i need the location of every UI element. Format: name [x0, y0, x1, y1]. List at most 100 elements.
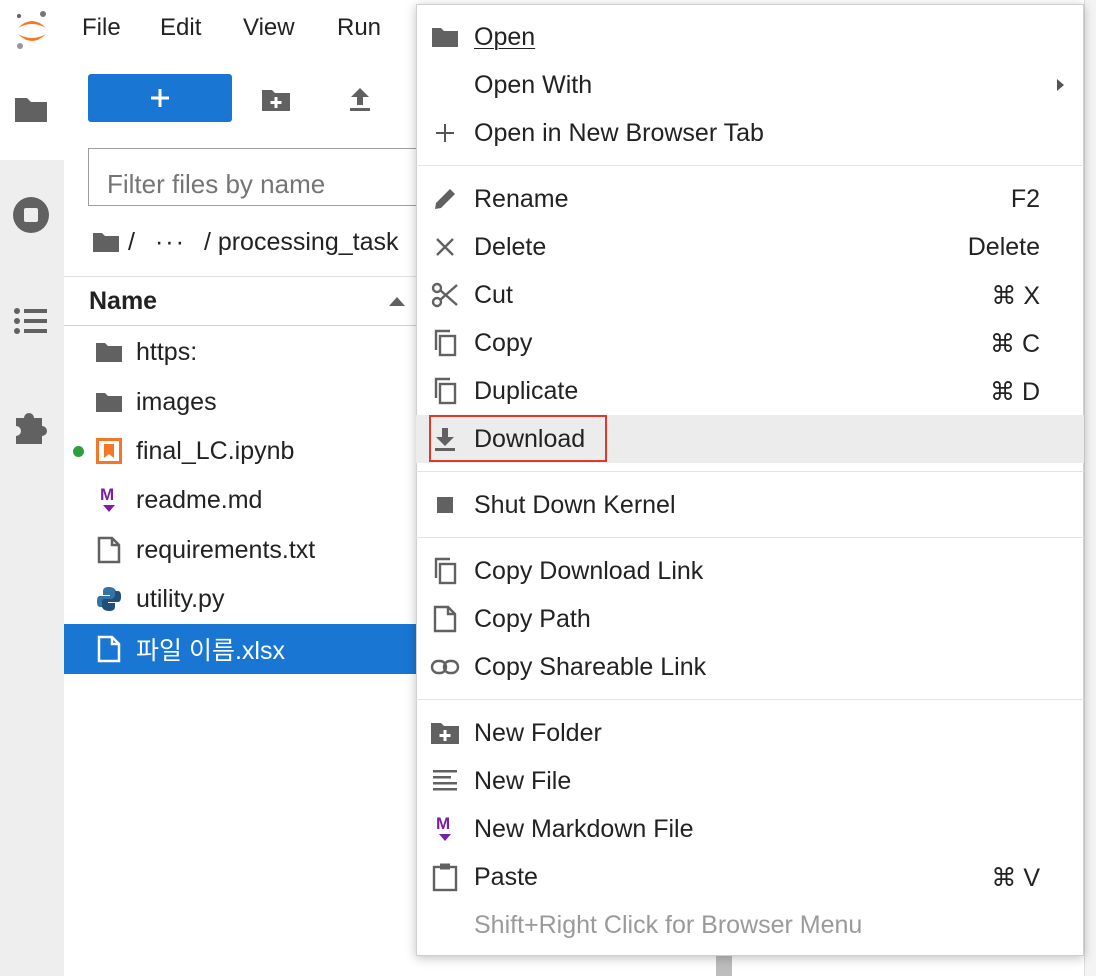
- link-icon: [430, 652, 460, 682]
- menu-item-open[interactable]: Open: [416, 13, 1084, 61]
- menu-item-label: Copy Path: [474, 605, 591, 633]
- file-icon: [92, 533, 126, 567]
- menu-separator: [416, 699, 1084, 700]
- python-icon: [92, 582, 126, 616]
- kernel-running-indicator: [73, 445, 84, 457]
- file-row-https[interactable]: https:: [64, 327, 416, 377]
- file-row-utility[interactable]: utility.py: [64, 574, 416, 624]
- breadcrumb-home-folder-icon[interactable]: [92, 231, 120, 253]
- menu-item-label: New Markdown File: [474, 815, 694, 843]
- plus-icon: [430, 118, 460, 148]
- menu-run[interactable]: Run: [337, 14, 381, 42]
- menu-separator: [416, 471, 1084, 472]
- name-column-header[interactable]: Name: [89, 287, 157, 316]
- scissors-icon: [430, 280, 460, 310]
- menu-item-label: Delete: [474, 233, 547, 261]
- menu-item-rename[interactable]: Rename F2: [416, 175, 1084, 223]
- table-of-contents-list-icon[interactable]: [10, 300, 52, 342]
- menu-item-label: Open in New Browser Tab: [474, 119, 764, 147]
- stop-icon: [430, 490, 460, 520]
- svg-text:M: M: [436, 814, 450, 833]
- new-folder-button[interactable]: [258, 82, 294, 118]
- breadcrumb-current[interactable]: / processing_task: [204, 228, 399, 257]
- copy-icon: [430, 556, 460, 586]
- menu-item-shutdown-kernel[interactable]: Shut Down Kernel: [416, 481, 1084, 529]
- menu-item-shortcut: ⌘ V: [991, 864, 1040, 892]
- clipboard-icon: [430, 862, 460, 892]
- menu-item-label: Shift+Right Click for Browser Menu: [474, 911, 863, 939]
- file-icon: [92, 632, 126, 666]
- menu-item-label: New Folder: [474, 719, 602, 747]
- menu-item-label: New File: [474, 767, 572, 795]
- menu-item-label: Copy: [474, 329, 533, 357]
- markdown-icon: M: [92, 483, 126, 517]
- menu-item-copy[interactable]: Copy ⌘ C: [416, 319, 1084, 367]
- sort-ascending-icon: [389, 297, 405, 306]
- menu-file[interactable]: File: [82, 14, 121, 42]
- menu-item-label: Paste: [474, 863, 538, 891]
- upload-button[interactable]: [342, 82, 378, 118]
- menu-item-duplicate[interactable]: Duplicate ⌘ D: [416, 367, 1084, 415]
- menu-item-paste[interactable]: Paste ⌘ V: [416, 853, 1084, 901]
- extensions-puzzle-icon[interactable]: [10, 406, 52, 448]
- menu-item-label: Copy Download Link: [474, 557, 704, 585]
- file-row-xlsx-selected[interactable]: 파일 이름.xlsx: [64, 624, 416, 674]
- menu-item-label: Duplicate: [474, 377, 579, 405]
- menu-item-delete[interactable]: Delete Delete: [416, 223, 1084, 271]
- file-row-readme[interactable]: M readme.md: [64, 475, 416, 525]
- file-name: https:: [136, 337, 198, 366]
- menu-item-label: Shut Down Kernel: [474, 491, 676, 519]
- menu-item-shortcut: Delete: [967, 233, 1040, 261]
- running-kernels-stop-icon[interactable]: [10, 194, 52, 236]
- file-row-images[interactable]: images: [64, 377, 416, 427]
- menu-item-open-new-tab[interactable]: Open in New Browser Tab: [416, 109, 1084, 157]
- menu-item-shortcut: ⌘ D: [990, 378, 1040, 406]
- upload-icon: [350, 88, 370, 111]
- notebook-icon: [92, 434, 126, 468]
- folder-icon: [430, 22, 460, 52]
- file-name: images: [136, 387, 217, 416]
- menu-item-copy-download-link[interactable]: Copy Download Link: [416, 547, 1084, 595]
- folder-icon: [92, 385, 126, 419]
- submenu-chevron-right-icon: [1057, 79, 1064, 91]
- menu-item-open-with[interactable]: Open With: [416, 61, 1084, 109]
- close-icon: [430, 232, 460, 262]
- menu-item-label: Rename: [474, 185, 569, 213]
- menu-item-shortcut: F2: [1010, 185, 1040, 213]
- duplicate-icon: [430, 376, 460, 406]
- new-folder-icon: [430, 718, 460, 748]
- menu-edit[interactable]: Edit: [160, 14, 201, 42]
- file-name: requirements.txt: [136, 535, 316, 564]
- menu-item-new-folder[interactable]: New Folder: [416, 709, 1084, 757]
- new-folder-icon: [262, 90, 290, 111]
- jupyter-logo-icon: [12, 8, 52, 52]
- menu-item-label: Copy Shareable Link: [474, 653, 707, 681]
- plus-icon: [151, 89, 169, 107]
- file-row-requirements[interactable]: requirements.txt: [64, 525, 416, 575]
- menu-item-new-file[interactable]: New File: [416, 757, 1084, 805]
- menu-separator: [416, 165, 1084, 166]
- menu-item-browser-menu-hint: Shift+Right Click for Browser Menu: [416, 901, 1084, 949]
- download-highlight-box: [429, 415, 607, 462]
- menu-item-label: Cut: [474, 281, 513, 309]
- text-lines-icon: [430, 766, 460, 796]
- file-icon: [430, 604, 460, 634]
- pencil-icon: [430, 184, 460, 214]
- menu-item-shortcut: ⌘ C: [990, 330, 1040, 358]
- breadcrumb: / ··· / processing_task: [92, 224, 398, 260]
- breadcrumb-root[interactable]: /: [128, 228, 135, 257]
- menu-item-copy-path[interactable]: Copy Path: [416, 595, 1084, 643]
- menu-item-copy-shareable-link[interactable]: Copy Shareable Link: [416, 643, 1084, 691]
- menu-item-shortcut: ⌘ X: [991, 282, 1040, 310]
- menu-separator: [416, 537, 1084, 538]
- filter-files-input[interactable]: [88, 148, 428, 206]
- file-row-final-lc[interactable]: final_LC.ipynb: [64, 426, 416, 476]
- menu-item-cut[interactable]: Cut ⌘ X: [416, 271, 1084, 319]
- menu-item-label: Open With: [474, 71, 593, 99]
- breadcrumb-ellipsis[interactable]: ···: [155, 228, 186, 257]
- file-browser-folder-icon[interactable]: [10, 88, 52, 130]
- svg-text:M: M: [100, 485, 114, 504]
- new-launcher-button[interactable]: [88, 74, 232, 122]
- menu-item-new-markdown[interactable]: M New Markdown File: [416, 805, 1084, 853]
- menu-view[interactable]: View: [243, 14, 295, 42]
